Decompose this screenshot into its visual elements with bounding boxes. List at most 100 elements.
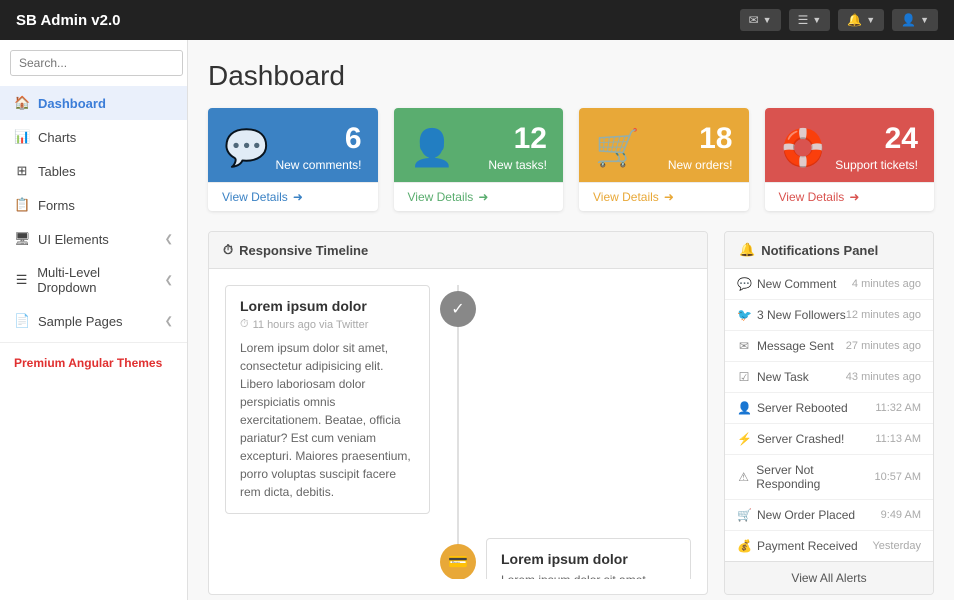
sidebar-item-sample-pages[interactable]: 📄 Sample Pages ❮ bbox=[0, 304, 187, 338]
support-link[interactable]: View Details ➜ bbox=[779, 190, 860, 204]
timeline-title: Responsive Timeline bbox=[239, 243, 368, 258]
notif-time-3: 43 minutes ago bbox=[846, 371, 921, 383]
tasks-number: 12 bbox=[488, 124, 547, 154]
tasks-icon: 👤 bbox=[410, 127, 455, 169]
timeline-badge-1: ✓ bbox=[440, 291, 476, 327]
timeline-item-1-title: Lorem ipsum dolor bbox=[240, 298, 415, 314]
notif-time-2: 27 minutes ago bbox=[846, 340, 921, 352]
notif-item-2: ✉ Message Sent 27 minutes ago bbox=[725, 331, 933, 362]
orders-link[interactable]: View Details ➜ bbox=[593, 190, 674, 204]
tables-icon: ⊞ bbox=[14, 163, 30, 179]
user-btn[interactable]: 👤 ▼ bbox=[892, 9, 938, 31]
topnav: SB Admin v2.0 ✉ ▼ ☰ ▼ 🔔 ▼ 👤 ▼ bbox=[0, 0, 954, 40]
dashboard-icon: 🏠 bbox=[14, 95, 30, 111]
sidebar-item-charts[interactable]: 📊 Charts bbox=[0, 120, 187, 154]
stat-card-orders-bottom: View Details ➜ bbox=[579, 182, 749, 211]
notif-label-3: New Task bbox=[757, 370, 809, 384]
orders-label: New orders! bbox=[668, 158, 733, 172]
stat-card-comments-bottom: View Details ➜ bbox=[208, 182, 378, 211]
view-all-alerts[interactable]: View All Alerts bbox=[725, 561, 933, 594]
notif-icon-6: ⚠ bbox=[737, 470, 750, 484]
timeline-body: Lorem ipsum dolor ⏱ 11 hours ago via Twi… bbox=[209, 269, 707, 579]
notif-icon-2: ✉ bbox=[737, 339, 751, 353]
timeline-header: ⏱ Responsive Timeline bbox=[209, 232, 707, 269]
arrow-icon-3: ❮ bbox=[165, 316, 173, 327]
stat-card-tasks-top: 👤 12 New tasks! bbox=[394, 108, 564, 182]
sidebar-divider bbox=[0, 342, 187, 343]
notif-left-3: ☑ New Task bbox=[737, 370, 809, 384]
notif-left-8: 💰 Payment Received bbox=[737, 539, 858, 553]
notif-time-8: Yesterday bbox=[872, 540, 921, 552]
notif-icon-5: ⚡ bbox=[737, 432, 751, 446]
notif-left-5: ⚡ Server Crashed! bbox=[737, 432, 844, 446]
notif-label-7: New Order Placed bbox=[757, 508, 855, 522]
charts-icon: 📊 bbox=[14, 129, 30, 145]
stat-card-orders-info: 18 New orders! bbox=[668, 124, 733, 172]
pages-icon: 📄 bbox=[14, 313, 30, 329]
notif-item-5: ⚡ Server Crashed! 11:13 AM bbox=[725, 424, 933, 455]
bell-btn[interactable]: 🔔 ▼ bbox=[838, 9, 884, 31]
arrow-icon: ❮ bbox=[165, 234, 173, 245]
notif-icon-7: 🛒 bbox=[737, 508, 751, 522]
arrow-right-icon-4: ➜ bbox=[849, 190, 859, 204]
arrow-right-icon-3: ➜ bbox=[664, 190, 674, 204]
stat-card-tasks-bottom: View Details ➜ bbox=[394, 182, 564, 211]
stat-card-support: 🛟 24 Support tickets! View Details ➜ bbox=[765, 108, 935, 211]
arrow-right-icon: ➜ bbox=[293, 190, 303, 204]
sidebar-nav: 🏠 Dashboard 📊 Charts ⊞ Tables 📋 bbox=[0, 86, 187, 338]
notif-label-2: Message Sent bbox=[757, 339, 834, 353]
notif-item-8: 💰 Payment Received Yesterday bbox=[725, 531, 933, 561]
support-icon: 🛟 bbox=[781, 127, 826, 169]
topnav-actions: ✉ ▼ ☰ ▼ 🔔 ▼ 👤 ▼ bbox=[740, 9, 938, 31]
search-input[interactable] bbox=[10, 50, 183, 76]
notifications-list: 💬 New Comment 4 minutes ago 🐦 3 New Foll… bbox=[725, 269, 933, 561]
notif-icon-1: 🐦 bbox=[737, 308, 751, 322]
ui-icon: 🖥 bbox=[14, 231, 30, 247]
comments-link[interactable]: View Details ➜ bbox=[222, 190, 303, 204]
menu-icon: ☰ bbox=[14, 272, 29, 288]
notif-time-0: 4 minutes ago bbox=[852, 278, 921, 290]
notif-label-1: 3 New Followers bbox=[757, 308, 846, 322]
list-btn[interactable]: ☰ ▼ bbox=[789, 9, 831, 31]
mail-btn[interactable]: ✉ ▼ bbox=[740, 9, 781, 31]
sidebar: 🔍 🏠 Dashboard 📊 Charts ⊞ Tables bbox=[0, 40, 188, 600]
timeline-item-1-time: ⏱ 11 hours ago via Twitter bbox=[240, 318, 415, 331]
notif-left-6: ⚠ Server Not Responding bbox=[737, 463, 875, 491]
premium-link[interactable]: Premium Angular Themes bbox=[0, 347, 187, 379]
timeline-item-2: Lorem ipsum dolor Lorem ipsum dolor sit … bbox=[486, 538, 691, 579]
stat-card-comments-top: 💬 6 New comments! bbox=[208, 108, 378, 182]
notif-icon-4: 👤 bbox=[737, 401, 751, 415]
page-title: Dashboard bbox=[208, 60, 934, 92]
notif-item-4: 👤 Server Rebooted 11:32 AM bbox=[725, 393, 933, 424]
notif-left-0: 💬 New Comment bbox=[737, 277, 836, 291]
sidebar-item-multi-level[interactable]: ☰ Multi-Level Dropdown ❮ bbox=[0, 256, 187, 304]
support-label: Support tickets! bbox=[835, 158, 918, 172]
sidebar-item-ui-elements[interactable]: 🖥 UI Elements ❮ bbox=[0, 222, 187, 256]
stat-card-orders: 🛒 18 New orders! View Details ➜ bbox=[579, 108, 749, 211]
notif-icon-8: 💰 bbox=[737, 539, 751, 553]
notif-item-1: 🐦 3 New Followers 12 minutes ago bbox=[725, 300, 933, 331]
notif-label-4: Server Rebooted bbox=[757, 401, 848, 415]
orders-icon: 🛒 bbox=[595, 127, 640, 169]
timeline: Lorem ipsum dolor ⏱ 11 hours ago via Twi… bbox=[225, 285, 691, 579]
orders-number: 18 bbox=[668, 124, 733, 154]
sidebar-item-forms[interactable]: 📋 Forms bbox=[0, 188, 187, 222]
timeline-badge-2: 💳 bbox=[440, 544, 476, 579]
sidebar-item-dashboard[interactable]: 🏠 Dashboard bbox=[0, 86, 187, 120]
stat-card-comments-info: 6 New comments! bbox=[275, 124, 361, 172]
timeline-item-1: Lorem ipsum dolor ⏱ 11 hours ago via Twi… bbox=[225, 285, 430, 514]
notif-label-8: Payment Received bbox=[757, 539, 858, 553]
clock-icon: ⏱ bbox=[223, 242, 233, 258]
brand-title: SB Admin v2.0 bbox=[16, 12, 120, 29]
notif-left-7: 🛒 New Order Placed bbox=[737, 508, 855, 522]
timeline-item-1-body: Lorem ipsum dolor sit amet, consectetur … bbox=[240, 339, 415, 501]
notif-left-4: 👤 Server Rebooted bbox=[737, 401, 848, 415]
notif-item-6: ⚠ Server Not Responding 10:57 AM bbox=[725, 455, 933, 500]
tasks-link[interactable]: View Details ➜ bbox=[408, 190, 489, 204]
stat-card-orders-top: 🛒 18 New orders! bbox=[579, 108, 749, 182]
comments-label: New comments! bbox=[275, 158, 361, 172]
sidebar-item-tables[interactable]: ⊞ Tables bbox=[0, 154, 187, 188]
stat-card-comments: 💬 6 New comments! View Details ➜ bbox=[208, 108, 378, 211]
tasks-label: New tasks! bbox=[488, 158, 547, 172]
arrow-icon-2: ❮ bbox=[165, 275, 173, 286]
